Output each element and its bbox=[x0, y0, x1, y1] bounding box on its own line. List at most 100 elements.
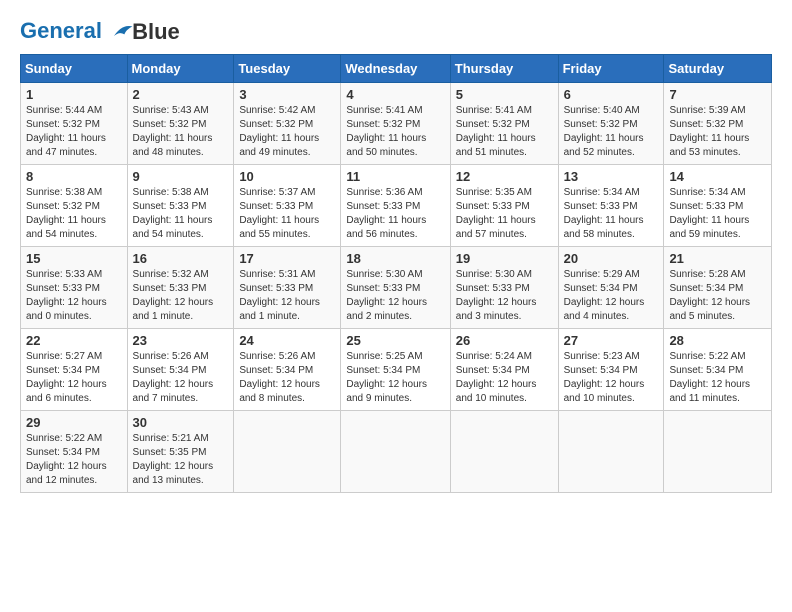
day-info: Sunrise: 5:34 AMSunset: 5:33 PMDaylight:… bbox=[669, 186, 766, 242]
calendar-cell: 9 Sunrise: 5:38 AMSunset: 5:33 PMDaylight… bbox=[127, 165, 234, 247]
calendar-cell bbox=[558, 411, 664, 493]
calendar-cell: 13Sunrise: 5:34 AMSunset: 5:33 PMDayligh… bbox=[558, 165, 664, 247]
calendar-cell: 7Sunrise: 5:39 AMSunset: 5:32 PMDaylight… bbox=[664, 83, 772, 165]
day-number: 10 bbox=[239, 169, 335, 184]
calendar-cell: 30 Sunrise: 5:21 AMSunset: 5:35 PMDayligh… bbox=[127, 411, 234, 493]
calendar-cell: 11Sunrise: 5:36 AMSunset: 5:33 PMDayligh… bbox=[341, 165, 450, 247]
calendar-cell: 2Sunrise: 5:43 AMSunset: 5:32 PMDaylight… bbox=[127, 83, 234, 165]
calendar-cell: 3 Sunrise: 5:42 AMSunset: 5:32 PMDaylight… bbox=[234, 83, 341, 165]
day-header-wednesday: Wednesday bbox=[341, 55, 450, 83]
day-header-monday: Monday bbox=[127, 55, 234, 83]
day-info: Sunrise: 5:30 AMSunset: 5:33 PMDaylight:… bbox=[346, 268, 444, 324]
day-info: Sunrise: 5:44 AMSunset: 5:32 PMDaylight:… bbox=[26, 104, 122, 160]
day-info: Sunrise: 5:33 AMSunset: 5:33 PMDaylight:… bbox=[26, 268, 122, 324]
day-number: 28 bbox=[669, 333, 766, 348]
calendar-cell: 28Sunrise: 5:22 AMSunset: 5:34 PMDayligh… bbox=[664, 329, 772, 411]
day-info: Sunrise: 5:37 AMSunset: 5:33 PMDaylight:… bbox=[239, 186, 335, 242]
calendar-cell: 16Sunrise: 5:32 AMSunset: 5:33 PMDayligh… bbox=[127, 247, 234, 329]
calendar-cell bbox=[341, 411, 450, 493]
calendar-body: 1Sunrise: 5:44 AMSunset: 5:32 PMDaylight… bbox=[21, 83, 772, 493]
day-info: Sunrise: 5:32 AMSunset: 5:33 PMDaylight:… bbox=[133, 268, 229, 324]
day-info: Sunrise: 5:34 AMSunset: 5:33 PMDaylight:… bbox=[564, 186, 659, 242]
calendar-header-row: SundayMondayTuesdayWednesdayThursdayFrid… bbox=[21, 55, 772, 83]
calendar-cell bbox=[664, 411, 772, 493]
day-info: Sunrise: 5:35 AMSunset: 5:33 PMDaylight:… bbox=[456, 186, 553, 242]
day-number: 23 bbox=[133, 333, 229, 348]
calendar-cell bbox=[234, 411, 341, 493]
logo: General Blue bbox=[20, 20, 180, 44]
calendar-table: SundayMondayTuesdayWednesdayThursdayFrid… bbox=[20, 54, 772, 493]
calendar-cell: 21 Sunrise: 5:28 AMSunset: 5:34 PMDayligh… bbox=[664, 247, 772, 329]
day-info: Sunrise: 5:27 AMSunset: 5:34 PMDaylight:… bbox=[26, 350, 122, 406]
logo-bird-icon bbox=[110, 20, 134, 44]
day-number: 5 bbox=[456, 87, 553, 102]
day-number: 8 bbox=[26, 169, 122, 184]
calendar-cell: 20 Sunrise: 5:29 AMSunset: 5:34 PMDayligh… bbox=[558, 247, 664, 329]
day-info: Sunrise: 5:36 AMSunset: 5:33 PMDaylight:… bbox=[346, 186, 444, 242]
day-number: 25 bbox=[346, 333, 444, 348]
day-number: 4 bbox=[346, 87, 444, 102]
day-info: Sunrise: 5:24 AMSunset: 5:34 PMDaylight:… bbox=[456, 350, 553, 406]
logo-blue: Blue bbox=[132, 21, 180, 43]
day-number: 3 bbox=[239, 87, 335, 102]
day-number: 24 bbox=[239, 333, 335, 348]
calendar-cell: 22 Sunrise: 5:27 AMSunset: 5:34 PMDayligh… bbox=[21, 329, 128, 411]
day-info: Sunrise: 5:41 AMSunset: 5:32 PMDaylight:… bbox=[456, 104, 553, 160]
calendar-cell: 19 Sunrise: 5:30 AMSunset: 5:33 PMDayligh… bbox=[450, 247, 558, 329]
day-info: Sunrise: 5:26 AMSunset: 5:34 PMDaylight:… bbox=[133, 350, 229, 406]
day-number: 17 bbox=[239, 251, 335, 266]
calendar-cell: 26Sunrise: 5:24 AMSunset: 5:34 PMDayligh… bbox=[450, 329, 558, 411]
day-info: Sunrise: 5:41 AMSunset: 5:32 PMDaylight:… bbox=[346, 104, 444, 160]
day-header-tuesday: Tuesday bbox=[234, 55, 341, 83]
day-info: Sunrise: 5:42 AMSunset: 5:32 PMDaylight:… bbox=[239, 104, 335, 160]
day-info: Sunrise: 5:29 AMSunset: 5:34 PMDaylight:… bbox=[564, 268, 659, 324]
calendar-week-row: 29 Sunrise: 5:22 AMSunset: 5:34 PMDayligh… bbox=[21, 411, 772, 493]
calendar-cell bbox=[450, 411, 558, 493]
calendar-week-row: 22 Sunrise: 5:27 AMSunset: 5:34 PMDayligh… bbox=[21, 329, 772, 411]
day-info: Sunrise: 5:28 AMSunset: 5:34 PMDaylight:… bbox=[669, 268, 766, 324]
day-number: 2 bbox=[133, 87, 229, 102]
day-number: 9 bbox=[133, 169, 229, 184]
logo-general: General bbox=[20, 18, 102, 43]
day-header-thursday: Thursday bbox=[450, 55, 558, 83]
day-info: Sunrise: 5:21 AMSunset: 5:35 PMDaylight:… bbox=[133, 432, 229, 488]
calendar-cell: 25Sunrise: 5:25 AMSunset: 5:34 PMDayligh… bbox=[341, 329, 450, 411]
day-number: 6 bbox=[564, 87, 659, 102]
day-number: 30 bbox=[133, 415, 229, 430]
day-number: 14 bbox=[669, 169, 766, 184]
day-info: Sunrise: 5:31 AMSunset: 5:33 PMDaylight:… bbox=[239, 268, 335, 324]
calendar-cell: 10 Sunrise: 5:37 AMSunset: 5:33 PMDayligh… bbox=[234, 165, 341, 247]
calendar-cell: 15 Sunrise: 5:33 AMSunset: 5:33 PMDayligh… bbox=[21, 247, 128, 329]
calendar-cell: 18 Sunrise: 5:30 AMSunset: 5:33 PMDayligh… bbox=[341, 247, 450, 329]
day-info: Sunrise: 5:26 AMSunset: 5:34 PMDaylight:… bbox=[239, 350, 335, 406]
page-header: General Blue bbox=[20, 20, 772, 44]
day-number: 19 bbox=[456, 251, 553, 266]
calendar-cell: 12 Sunrise: 5:35 AMSunset: 5:33 PMDayligh… bbox=[450, 165, 558, 247]
calendar-cell: 24 Sunrise: 5:26 AMSunset: 5:34 PMDayligh… bbox=[234, 329, 341, 411]
day-info: Sunrise: 5:30 AMSunset: 5:33 PMDaylight:… bbox=[456, 268, 553, 324]
day-info: Sunrise: 5:40 AMSunset: 5:32 PMDaylight:… bbox=[564, 104, 659, 160]
day-header-saturday: Saturday bbox=[664, 55, 772, 83]
day-header-sunday: Sunday bbox=[21, 55, 128, 83]
calendar-cell: 14 Sunrise: 5:34 AMSunset: 5:33 PMDayligh… bbox=[664, 165, 772, 247]
day-number: 12 bbox=[456, 169, 553, 184]
calendar-cell: 17 Sunrise: 5:31 AMSunset: 5:33 PMDayligh… bbox=[234, 247, 341, 329]
day-number: 18 bbox=[346, 251, 444, 266]
calendar-cell: 4 Sunrise: 5:41 AMSunset: 5:32 PMDaylight… bbox=[341, 83, 450, 165]
calendar-cell: 23 Sunrise: 5:26 AMSunset: 5:34 PMDayligh… bbox=[127, 329, 234, 411]
day-info: Sunrise: 5:23 AMSunset: 5:34 PMDaylight:… bbox=[564, 350, 659, 406]
calendar-cell: 5 Sunrise: 5:41 AMSunset: 5:32 PMDaylight… bbox=[450, 83, 558, 165]
day-number: 21 bbox=[669, 251, 766, 266]
day-info: Sunrise: 5:38 AMSunset: 5:32 PMDaylight:… bbox=[26, 186, 122, 242]
day-info: Sunrise: 5:22 AMSunset: 5:34 PMDaylight:… bbox=[26, 432, 122, 488]
calendar-week-row: 8 Sunrise: 5:38 AMSunset: 5:32 PMDaylight… bbox=[21, 165, 772, 247]
day-number: 29 bbox=[26, 415, 122, 430]
day-number: 20 bbox=[564, 251, 659, 266]
day-number: 22 bbox=[26, 333, 122, 348]
calendar-cell: 29 Sunrise: 5:22 AMSunset: 5:34 PMDayligh… bbox=[21, 411, 128, 493]
day-number: 15 bbox=[26, 251, 122, 266]
calendar-cell: 8 Sunrise: 5:38 AMSunset: 5:32 PMDaylight… bbox=[21, 165, 128, 247]
calendar-cell: 27Sunrise: 5:23 AMSunset: 5:34 PMDayligh… bbox=[558, 329, 664, 411]
day-info: Sunrise: 5:38 AMSunset: 5:33 PMDaylight:… bbox=[133, 186, 229, 242]
calendar-cell: 1Sunrise: 5:44 AMSunset: 5:32 PMDaylight… bbox=[21, 83, 128, 165]
